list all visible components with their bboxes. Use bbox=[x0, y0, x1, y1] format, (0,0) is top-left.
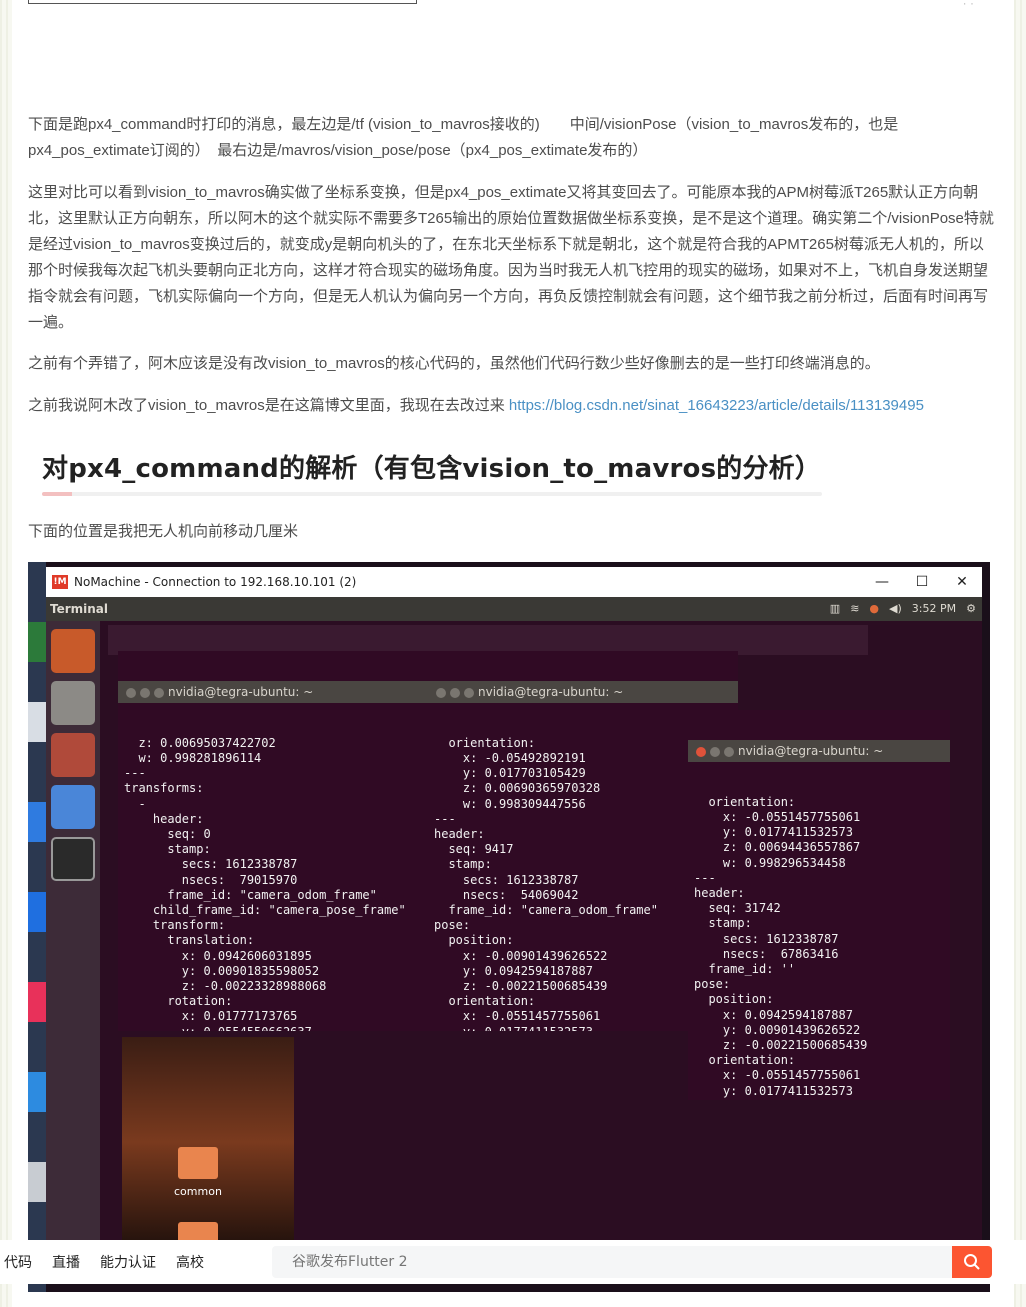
wifi-icon: ≋ bbox=[850, 602, 860, 615]
terminal-visionpose-title: nvidia@tegra-ubuntu: ~ bbox=[478, 685, 624, 700]
updates-icon: ● bbox=[869, 602, 880, 615]
search-input[interactable] bbox=[292, 1246, 932, 1278]
app-name: Terminal bbox=[50, 602, 109, 616]
search-box bbox=[272, 1246, 952, 1278]
chromium-icon bbox=[51, 785, 95, 829]
terminal-tf: nvidia@tegra-ubuntu: ~ z: 0.006950374227… bbox=[118, 651, 452, 1031]
nav-code[interactable]: 代码 bbox=[4, 1252, 32, 1272]
paragraph-2: 这里对比可以看到vision_to_mavros确实做了坐标系变换，但是px4_… bbox=[28, 184, 994, 331]
ubuntu-launcher bbox=[46, 621, 100, 1247]
nav-university[interactable]: 高校 bbox=[176, 1252, 204, 1272]
settings-gear-icon: ⚙ bbox=[966, 602, 976, 615]
keyboard-icon: ▥ bbox=[829, 602, 841, 615]
article-body: · · 下面是跑px4_command时打印的消息，最左边是/tf (visio… bbox=[12, 0, 1014, 1307]
screenshot-image: !M NoMachine - Connection to 192.168.10.… bbox=[28, 562, 990, 1292]
clock: 3:52 PM bbox=[911, 602, 957, 615]
terminal-mavros-output: orientation: x: -0.0551457755061 y: 0.01… bbox=[694, 794, 868, 1100]
minimize-icon: — bbox=[875, 574, 889, 590]
system-settings-icon bbox=[51, 733, 95, 777]
close-icon: ✕ bbox=[956, 574, 968, 590]
bottom-nav: 代码 直播 能力认证 高校 bbox=[4, 1252, 204, 1272]
ubuntu-top-panel: Terminal ▥ ≋ ● ◀) 3:52 PM ⚙ bbox=[46, 597, 982, 621]
window-title: NoMachine - Connection to 192.168.10.101… bbox=[74, 575, 357, 589]
paragraph-4-text: 之前我说阿木改了vision_to_mavros是在这篇博文里面，我现在去改过来 bbox=[28, 397, 509, 414]
bottom-toolbar: 代码 直播 能力认证 高校 bbox=[0, 1240, 1026, 1284]
blog-link[interactable]: https://blog.csdn.net/sinat_16643223/art… bbox=[509, 397, 924, 414]
maximize-icon: ☐ bbox=[915, 574, 929, 590]
volume-icon: ◀) bbox=[889, 602, 902, 615]
nomachine-logo-icon: !M bbox=[52, 575, 68, 589]
folder-label: common bbox=[174, 1185, 222, 1198]
terminal-mavros-pose: nvidia@tegra-ubuntu: ~ orientation: x: -… bbox=[688, 710, 950, 1100]
top-frame-edge bbox=[28, 0, 417, 4]
heading-underline bbox=[42, 492, 822, 496]
ubuntu-logo-icon bbox=[51, 629, 95, 673]
terminal-icon bbox=[51, 837, 95, 881]
terminal-tf-output: z: 0.00695037422702 w: 0.998281896114 --… bbox=[124, 735, 406, 1031]
nav-certification[interactable]: 能力认证 bbox=[100, 1252, 156, 1272]
terminal-mavros-title: nvidia@tegra-ubuntu: ~ bbox=[738, 744, 884, 759]
desktop-wallpaper: common bbox=[122, 1037, 294, 1254]
nomachine-window: !M NoMachine - Connection to 192.168.10.… bbox=[46, 567, 982, 1254]
toolbar-remnant: · · bbox=[962, 0, 974, 10]
search-button[interactable] bbox=[952, 1246, 992, 1278]
folder-icon bbox=[178, 1147, 218, 1179]
nav-live[interactable]: 直播 bbox=[52, 1252, 80, 1272]
image-caption: 下面的位置是我把无人机向前移动几厘米 bbox=[28, 523, 299, 540]
files-icon bbox=[51, 681, 95, 725]
search-icon bbox=[964, 1254, 980, 1270]
paragraph-3: 之前有个弄错了，阿木应该是没有改vision_to_mavros的核心代码的，虽… bbox=[28, 355, 880, 372]
paragraph-1: 下面是跑px4_command时打印的消息，最左边是/tf (vision_to… bbox=[28, 116, 899, 159]
nomachine-titlebar: !M NoMachine - Connection to 192.168.10.… bbox=[46, 567, 982, 597]
host-desktop-strip bbox=[28, 562, 46, 1292]
terminal-tf-title: nvidia@tegra-ubuntu: ~ bbox=[168, 685, 314, 700]
paragraph-4: 之前我说阿木改了vision_to_mavros是在这篇博文里面，我现在去改过来… bbox=[28, 393, 994, 419]
section-heading: 对px4_command的解析（有包含vision_to_mavros的分析） bbox=[42, 454, 822, 484]
